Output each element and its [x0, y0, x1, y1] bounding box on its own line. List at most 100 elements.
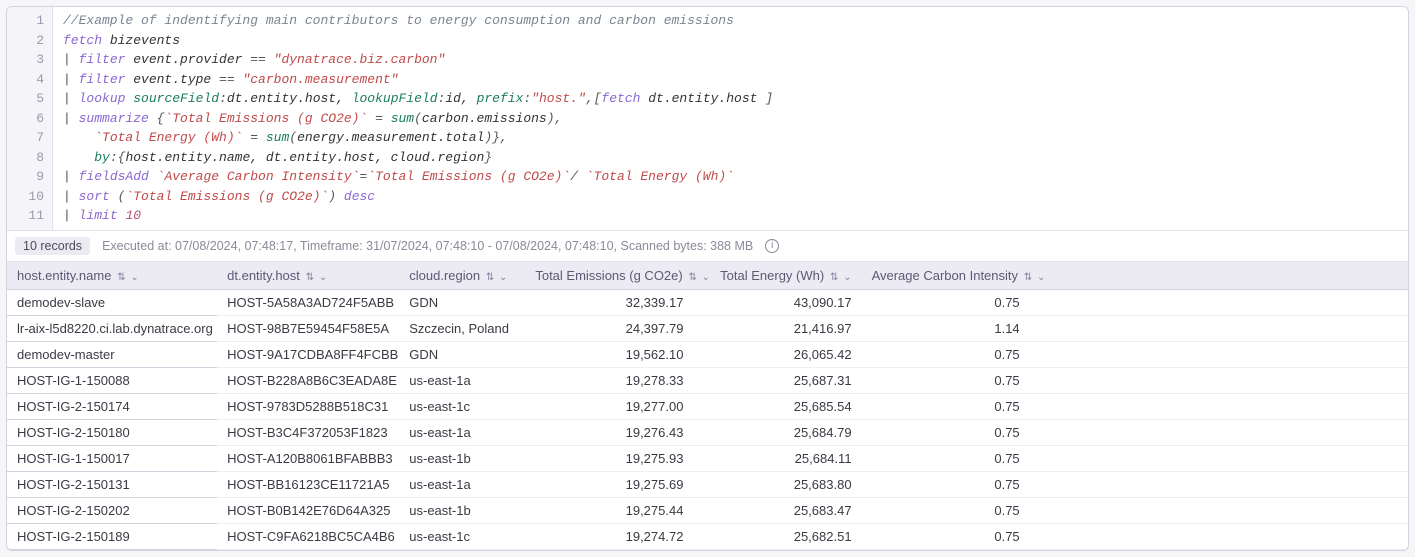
table-body: demodev-slaveHOST-5A58A3AD724F5ABBGDN32,… — [7, 289, 1408, 549]
cell-host: HOST-9A17CDBA8FF4FCBB — [217, 341, 399, 367]
chevron-down-icon[interactable]: ⌄ — [840, 272, 851, 283]
code-line[interactable]: | fieldsAdd `Average Carbon Intensity`=`… — [63, 167, 1398, 187]
cell-intensity: 0.75 — [862, 419, 1030, 445]
table-row[interactable]: HOST-IG-2-150202HOST-B0B142E76D64A325us-… — [7, 497, 1408, 523]
cell-intensity: 0.75 — [862, 341, 1030, 367]
column-header[interactable]: Average Carbon Intensity ⇅ ⌄ — [862, 262, 1030, 290]
code-line[interactable]: fetch bizevents — [63, 31, 1398, 51]
code-line[interactable]: by:{host.entity.name, dt.entity.host, cl… — [63, 148, 1398, 168]
cell-name: HOST-IG-2-150174 — [7, 393, 217, 419]
sort-icon[interactable]: ⇅ — [303, 272, 314, 283]
cell-emissions: 19,275.69 — [525, 471, 693, 497]
cell-energy: 25,683.47 — [693, 497, 861, 523]
code-editor[interactable]: 1234567891011 //Example of indentifying … — [7, 7, 1408, 231]
cell-name: HOST-IG-2-150131 — [7, 471, 217, 497]
cell-name: HOST-IG-2-150189 — [7, 523, 217, 549]
table-row[interactable]: demodev-masterHOST-9A17CDBA8FF4FCBBGDN19… — [7, 341, 1408, 367]
column-label: Average Carbon Intensity — [872, 268, 1018, 283]
column-header[interactable]: Total Emissions (g CO2e) ⇅ ⌄ — [525, 262, 693, 290]
sort-icon[interactable]: ⇅ — [114, 272, 125, 283]
cell-intensity: 0.75 — [862, 497, 1030, 523]
cell-emissions: 32,339.17 — [525, 289, 693, 315]
line-number: 5 — [25, 89, 44, 109]
sort-icon[interactable]: ⇅ — [1021, 272, 1032, 283]
cell-name: HOST-IG-1-150017 — [7, 445, 217, 471]
line-number: 7 — [25, 128, 44, 148]
table-row[interactable]: HOST-IG-2-150189HOST-C9FA6218BC5CA4B6us-… — [7, 523, 1408, 549]
cell-host: HOST-B228A8B6C3EADA8E — [217, 367, 399, 393]
column-header-blank — [1030, 262, 1408, 290]
column-header[interactable]: Total Energy (Wh) ⇅ ⌄ — [693, 262, 861, 290]
chevron-down-icon[interactable]: ⌄ — [699, 272, 710, 283]
column-header[interactable]: host.entity.name ⇅ ⌄ — [7, 262, 217, 290]
column-header[interactable]: cloud.region ⇅ ⌄ — [399, 262, 525, 290]
cell-intensity: 0.75 — [862, 471, 1030, 497]
cell-energy: 43,090.17 — [693, 289, 861, 315]
execution-info: Executed at: 07/08/2024, 07:48:17, Timef… — [102, 239, 753, 253]
cell-emissions: 19,275.93 — [525, 445, 693, 471]
chevron-down-icon[interactable]: ⌄ — [1034, 272, 1045, 283]
cell-blank — [1030, 393, 1408, 419]
code-line[interactable]: | sort (`Total Emissions (g CO2e)`) desc — [63, 187, 1398, 207]
cell-blank — [1030, 523, 1408, 549]
chevron-down-icon[interactable]: ⌄ — [316, 272, 327, 283]
line-number: 11 — [25, 206, 44, 226]
column-label: Total Emissions (g CO2e) — [535, 268, 682, 283]
table-row[interactable]: HOST-IG-1-150017HOST-A120B8061BFABBB3us-… — [7, 445, 1408, 471]
table-row[interactable]: HOST-IG-2-150174HOST-9783D5288B518C31us-… — [7, 393, 1408, 419]
query-panel: 1234567891011 //Example of indentifying … — [6, 6, 1409, 551]
cell-host: HOST-B0B142E76D64A325 — [217, 497, 399, 523]
column-label: dt.entity.host — [227, 268, 300, 283]
table-row[interactable]: HOST-IG-2-150180HOST-B3C4F372053F1823us-… — [7, 419, 1408, 445]
cell-blank — [1030, 497, 1408, 523]
cell-region: GDN — [399, 341, 525, 367]
table-row[interactable]: HOST-IG-1-150088HOST-B228A8B6C3EADA8Eus-… — [7, 367, 1408, 393]
code-line[interactable]: | filter event.provider == "dynatrace.bi… — [63, 50, 1398, 70]
info-icon[interactable]: i — [765, 239, 779, 253]
cell-name: HOST-IG-1-150088 — [7, 367, 217, 393]
cell-host: HOST-BB16123CE11721A5 — [217, 471, 399, 497]
sort-icon[interactable]: ⇅ — [483, 272, 494, 283]
cell-blank — [1030, 445, 1408, 471]
cell-region: us-east-1b — [399, 445, 525, 471]
table-row[interactable]: HOST-IG-2-150131HOST-BB16123CE11721A5us-… — [7, 471, 1408, 497]
sort-icon[interactable]: ⇅ — [827, 272, 838, 283]
cell-emissions: 19,276.43 — [525, 419, 693, 445]
line-number: 6 — [25, 109, 44, 129]
cell-energy: 26,065.42 — [693, 341, 861, 367]
cell-blank — [1030, 367, 1408, 393]
cell-blank — [1030, 419, 1408, 445]
column-label: Total Energy (Wh) — [720, 268, 824, 283]
cell-region: us-east-1a — [399, 419, 525, 445]
cell-energy: 25,687.31 — [693, 367, 861, 393]
cell-name: lr-aix-l5d8220.ci.lab.dynatrace.org — [7, 315, 217, 341]
cell-energy: 25,682.51 — [693, 523, 861, 549]
table-row[interactable]: demodev-slaveHOST-5A58A3AD724F5ABBGDN32,… — [7, 289, 1408, 315]
cell-region: Szczecin, Poland — [399, 315, 525, 341]
sort-icon[interactable]: ⇅ — [686, 272, 697, 283]
cell-energy: 25,684.79 — [693, 419, 861, 445]
column-header[interactable]: dt.entity.host ⇅ ⌄ — [217, 262, 399, 290]
cell-intensity: 0.75 — [862, 289, 1030, 315]
code-line[interactable]: | filter event.type == "carbon.measureme… — [63, 70, 1398, 90]
cell-energy: 21,416.97 — [693, 315, 861, 341]
chevron-down-icon[interactable]: ⌄ — [496, 272, 507, 283]
code-line[interactable]: `Total Energy (Wh)` = sum(energy.measure… — [63, 128, 1398, 148]
line-number: 2 — [25, 31, 44, 51]
cell-host: HOST-98B7E59454F58E5A — [217, 315, 399, 341]
line-number: 10 — [25, 187, 44, 207]
code-line[interactable]: | limit 10 — [63, 206, 1398, 226]
code-line[interactable]: //Example of indentifying main contribut… — [63, 11, 1398, 31]
results-area: host.entity.name ⇅ ⌄dt.entity.host ⇅ ⌄cl… — [7, 262, 1408, 550]
cell-host: HOST-A120B8061BFABBB3 — [217, 445, 399, 471]
table-row[interactable]: lr-aix-l5d8220.ci.lab.dynatrace.orgHOST-… — [7, 315, 1408, 341]
code-line[interactable]: | summarize {`Total Emissions (g CO2e)` … — [63, 109, 1398, 129]
chevron-down-icon[interactable]: ⌄ — [128, 272, 139, 283]
status-bar: 10 records Executed at: 07/08/2024, 07:4… — [7, 231, 1408, 262]
line-number: 1 — [25, 11, 44, 31]
cell-blank — [1030, 289, 1408, 315]
code-lines[interactable]: //Example of indentifying main contribut… — [53, 7, 1408, 230]
cell-region: us-east-1c — [399, 523, 525, 549]
code-line[interactable]: | lookup sourceField:dt.entity.host, loo… — [63, 89, 1398, 109]
cell-intensity: 0.75 — [862, 367, 1030, 393]
